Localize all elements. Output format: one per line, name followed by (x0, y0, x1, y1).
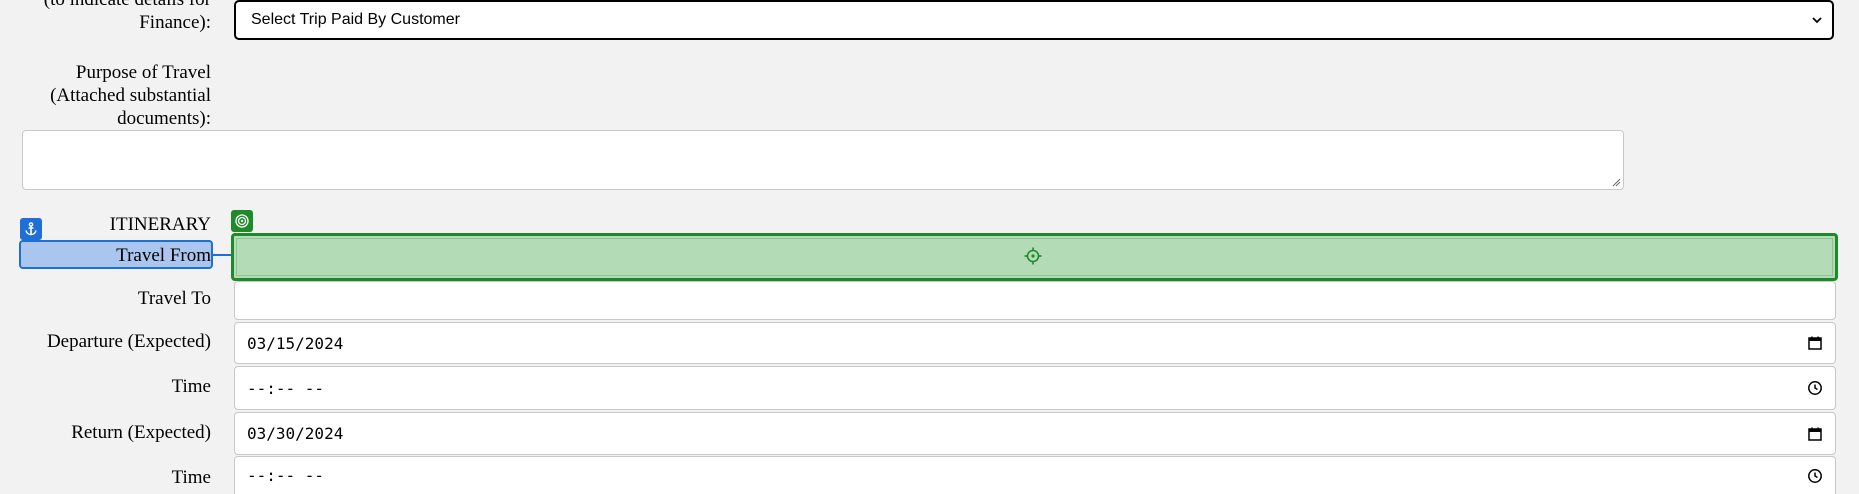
purpose-label-line3: documents): (117, 108, 211, 129)
paid-by-label-line2: Finance): (139, 12, 211, 33)
resize-grip-icon[interactable] (1611, 177, 1621, 187)
purpose-label: Purpose of Travel (Attached substantial … (50, 61, 211, 130)
clock-icon[interactable] (1807, 380, 1823, 396)
return-time-value: --:-- -- (247, 466, 325, 485)
return-date-value: 03/30/2024 (247, 424, 344, 443)
departure-date-value: 03/15/2024 (247, 333, 344, 353)
itinerary-heading: ITINERARY (109, 214, 211, 235)
purpose-textarea[interactable] (22, 130, 1624, 190)
return-label: Return (Expected) (71, 422, 211, 443)
departure-label: Departure (Expected) (46, 331, 211, 352)
departure-date-input[interactable]: 03/15/2024 (234, 322, 1836, 364)
departure-time-label: Time (171, 376, 211, 397)
target-badge (231, 210, 253, 232)
travel-from-label: Travel From (116, 245, 211, 266)
anchor-badge (20, 218, 42, 240)
paid-by-label: (to indicate details for Finance): (44, 0, 211, 34)
paid-by-label-line1: (to indicate details for (44, 0, 211, 11)
highlight-connector (213, 254, 233, 256)
travel-to-label: Travel To (137, 288, 211, 309)
departure-time-input[interactable]: --:-- -- (234, 366, 1836, 410)
target-icon (235, 214, 249, 228)
paid-by-select[interactable]: Select Trip Paid By Customer (234, 0, 1834, 40)
return-time-label: Time (171, 467, 211, 488)
travel-to-input[interactable] (234, 281, 1836, 320)
calendar-icon[interactable] (1807, 335, 1823, 351)
calendar-icon[interactable] (1807, 426, 1823, 442)
crosshair-icon (1024, 247, 1042, 265)
paid-by-selected-value: Select Trip Paid By Customer (251, 11, 460, 28)
chevron-down-icon (1812, 17, 1822, 24)
purpose-label-line2: (Attached substantial (50, 85, 211, 106)
departure-time-value: --:-- -- (247, 378, 325, 398)
return-time-input[interactable]: --:-- -- (234, 456, 1836, 494)
return-date-input[interactable]: 03/30/2024 (234, 412, 1836, 455)
purpose-label-line1: Purpose of Travel (75, 62, 211, 83)
anchor-icon (25, 222, 37, 236)
clock-icon[interactable] (1807, 468, 1823, 484)
